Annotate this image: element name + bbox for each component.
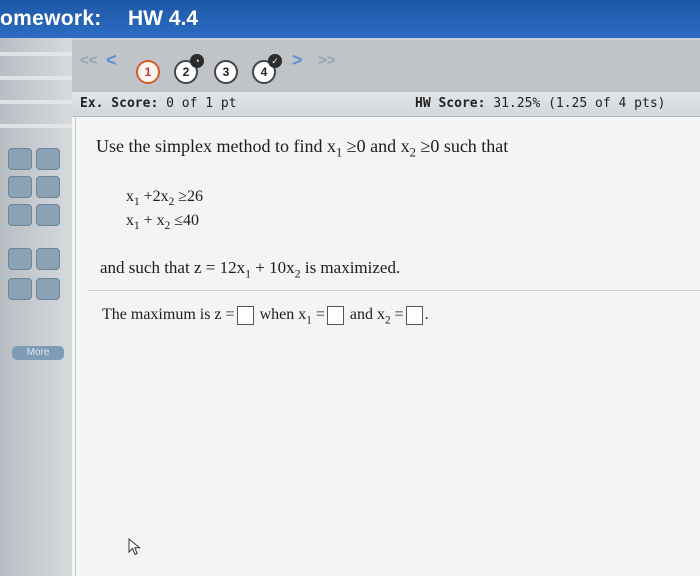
parentheses-tool-icon[interactable]: [36, 278, 60, 300]
answer-text: The maximum is z =: [102, 306, 235, 324]
constraint-text: ≤40: [170, 212, 199, 229]
exercise-score: Ex. Score: 0 of 1 pt: [80, 96, 237, 111]
exponent-tool-icon[interactable]: [8, 176, 32, 198]
answer-text: and x: [345, 306, 385, 324]
homework-label: omework:: [0, 7, 102, 30]
constraint-text: + x: [139, 212, 165, 229]
z-answer-input[interactable]: [236, 306, 254, 325]
divider: [0, 100, 72, 104]
ex-score-label: Ex. Score:: [80, 96, 159, 111]
last-question-button[interactable]: >>: [318, 52, 336, 69]
x2-answer-input[interactable]: [405, 306, 423, 325]
mixed-number-tool-icon[interactable]: [36, 148, 60, 170]
fraction-tool-icon[interactable]: [8, 148, 32, 170]
checkmark-icon: ✓: [268, 54, 282, 68]
question-1-button[interactable]: 1: [136, 60, 160, 84]
constraint-2: x1 + x2 ≤40: [126, 212, 199, 232]
question-3-button[interactable]: 3: [214, 60, 238, 84]
ex-score-value: 0 of 1 pt: [166, 96, 237, 111]
divider: [0, 124, 72, 128]
constraint-text: ≥26: [174, 188, 203, 205]
constraint-text: +2x: [139, 188, 169, 205]
objective-text: and such that z = 12x: [100, 258, 246, 277]
hw-score-value: 31.25% (1.25 of 4 pts): [493, 96, 666, 111]
constraint-text: x: [126, 188, 134, 205]
divider: [0, 52, 72, 56]
partial-credit-icon: ◔: [190, 54, 204, 68]
left-toolbar: More: [0, 38, 72, 576]
homework-score: HW Score: 31.25% (1.25 of 4 pts): [415, 96, 665, 111]
decimal-tool-icon[interactable]: [36, 204, 60, 226]
question-navigator: [72, 40, 700, 92]
title-bar: omework: HW 4.4: [0, 0, 700, 38]
constraint-text: x: [126, 212, 134, 229]
answer-text: =: [311, 306, 325, 324]
statement-text: ≥0 such that: [415, 136, 509, 156]
previous-question-button[interactable]: <: [106, 50, 117, 71]
problem-statement: Use the simplex method to find x1 ≥0 and…: [96, 136, 508, 161]
answer-text: .: [424, 306, 429, 324]
statement-text: ≥0 and x: [342, 136, 410, 156]
divider: [75, 116, 76, 576]
next-question-button[interactable]: >: [292, 50, 303, 71]
objective-text: is maximized.: [300, 258, 401, 277]
divider: [0, 76, 72, 80]
question-panel: [72, 92, 700, 576]
x1-answer-input[interactable]: [326, 306, 344, 325]
objective-function: and such that z = 12x1 + 10x2 is maximiz…: [100, 258, 400, 281]
objective-text: + 10x: [251, 258, 295, 277]
first-question-button[interactable]: <<: [80, 52, 98, 69]
answer-text: when x: [255, 306, 307, 324]
sqrt-tool-icon[interactable]: [8, 248, 32, 270]
statement-text: Use the simplex method to find x: [96, 136, 336, 156]
answer-text: =: [390, 306, 404, 324]
nth-root-tool-icon[interactable]: [36, 248, 60, 270]
answer-line: The maximum is z = when x1 = and x2 =.: [102, 306, 429, 326]
mouse-cursor-icon: [128, 538, 141, 556]
divider: [88, 290, 700, 291]
subscript-tool-icon[interactable]: [36, 176, 60, 198]
assignment-title: HW 4.4: [128, 7, 199, 30]
constraint-1: x1 +2x2 ≥26: [126, 188, 203, 208]
more-tools-button[interactable]: More: [12, 346, 64, 360]
interval-tool-icon[interactable]: [8, 278, 32, 300]
hw-score-label: HW Score:: [415, 96, 486, 111]
absolute-value-tool-icon[interactable]: [8, 204, 32, 226]
